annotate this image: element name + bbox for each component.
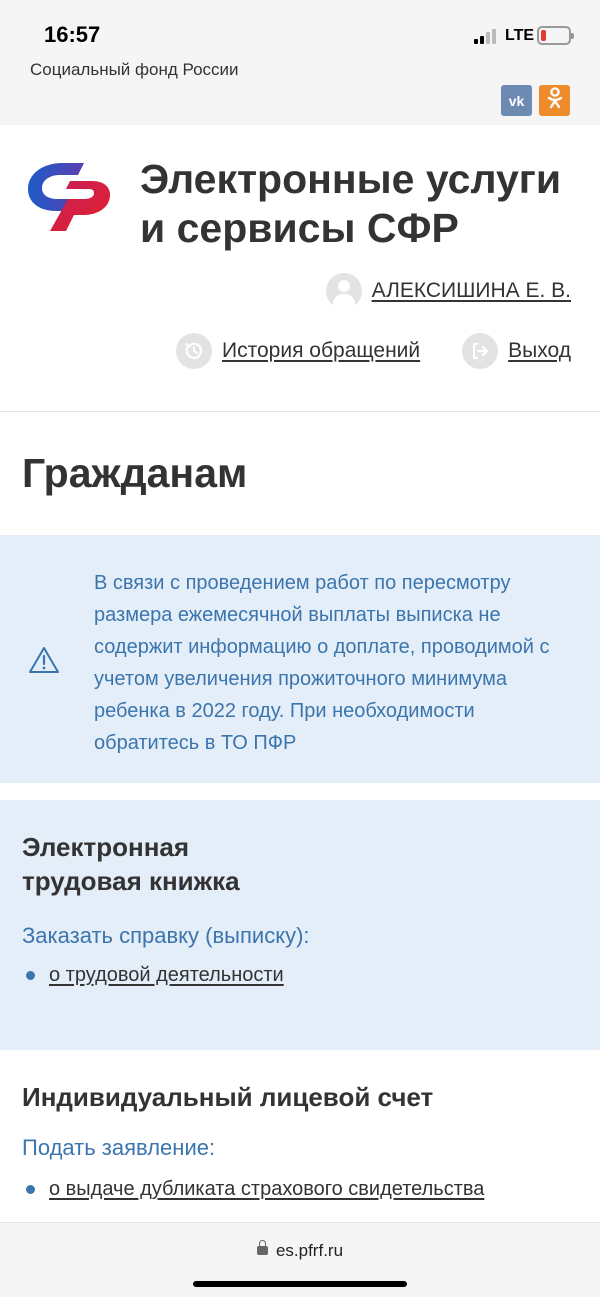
url-text: es.pfrf.ru: [275, 1241, 344, 1260]
lock-icon: [256, 1240, 268, 1255]
user-profile[interactable]: АЛЕКСИШИНА Е. В.: [325, 273, 571, 309]
bullet-icon: [26, 971, 35, 980]
section-title: Индивидуальный лицевой счет: [22, 1082, 434, 1112]
bullet-icon: [26, 1185, 35, 1194]
history-icon[interactable]: [176, 333, 213, 369]
notice-banner: В связи с проведением работ по пересмотр…: [0, 535, 600, 783]
odnoklassniki-icon: [547, 87, 563, 114]
logout-link[interactable]: Выход: [508, 339, 571, 363]
section-title: Электронная трудовая книжка: [22, 832, 240, 896]
list-item: о трудовой деятельности: [26, 964, 284, 987]
page-title: Гражданам: [22, 450, 248, 496]
vk-icon: vk: [508, 92, 525, 109]
logout-icon[interactable]: [462, 333, 499, 369]
duplicate-certificate-link[interactable]: о выдаче дубликата страхового свидетельс…: [49, 1178, 484, 1201]
user-avatar-icon: [325, 273, 362, 309]
status-time: 16:57: [44, 22, 101, 47]
site-title: Электронные услуги и сервисы СФР: [140, 156, 562, 251]
notice-text: В связи с проведением работ по пересмотр…: [94, 572, 550, 754]
section-employment-record: Электронная трудовая книжка Заказать спр…: [0, 800, 600, 1050]
history-link[interactable]: История обращений: [222, 339, 420, 363]
fund-name: Социальный фонд России: [30, 60, 239, 79]
section-subtitle: Заказать справку (выписку):: [22, 923, 310, 948]
url-display[interactable]: es.pfrf.ru: [0, 1240, 600, 1261]
header-actions: История обращений Выход: [176, 333, 571, 369]
sfr-logo-icon[interactable]: [22, 155, 112, 233]
site-header: Электронные услуги и сервисы СФР АЛЕКСИШ…: [0, 125, 600, 412]
top-strip: Социальный фонд России vk: [0, 52, 600, 125]
network-type: LTE: [505, 27, 535, 44]
browser-url-bar[interactable]: es.pfrf.ru: [0, 1222, 600, 1297]
work-activity-link[interactable]: о трудовой деятельности: [49, 964, 284, 987]
user-name-link[interactable]: АЛЕКСИШИНА Е. В.: [372, 279, 571, 303]
odnoklassniki-button[interactable]: [539, 85, 570, 116]
section-personal-account: Индивидуальный лицевой счет Подать заявл…: [0, 1050, 600, 1222]
warning-icon: [29, 647, 59, 673]
vk-button[interactable]: vk: [501, 85, 532, 116]
battery-icon: [537, 26, 574, 45]
section-subtitle: Подать заявление:: [22, 1135, 216, 1160]
list-item: о выдаче дубликата страхового свидетельс…: [26, 1178, 484, 1201]
signal-strength-icon: [474, 28, 500, 44]
home-indicator[interactable]: [193, 1281, 407, 1287]
